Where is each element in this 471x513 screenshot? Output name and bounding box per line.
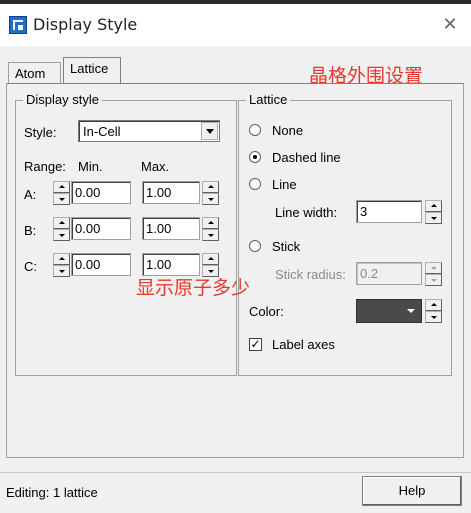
line-width-label: Line width: <box>275 205 338 220</box>
axis-b-label: B: <box>24 223 37 238</box>
annotation-atom-count: 显示原子多少 <box>136 277 251 299</box>
display-style-group-title: Display style <box>23 92 102 107</box>
display-style-group: Display style Style: In-Cell Range: Min.… <box>15 92 237 376</box>
axis-c-label: C: <box>24 259 37 274</box>
max-b-spinner[interactable] <box>202 217 219 241</box>
tab-atom[interactable]: Atom <box>8 62 61 84</box>
app-icon <box>9 16 27 34</box>
range-label: Range: <box>24 159 66 174</box>
min-c-input[interactable]: 0.00 <box>71 253 131 276</box>
stick-radius-spinner[interactable] <box>425 262 442 286</box>
line-width-input[interactable]: 3 <box>356 200 422 223</box>
lattice-group-title: Lattice <box>246 92 291 107</box>
axis-a-label: A: <box>24 187 37 202</box>
radio-dashed-line[interactable] <box>249 151 261 163</box>
radio-line[interactable] <box>249 178 261 190</box>
min-a-spinner[interactable] <box>53 181 70 205</box>
tab-lattice[interactable]: Lattice <box>63 57 121 84</box>
lattice-group: Lattice None Dashed line Line Line width… <box>238 92 452 376</box>
max-label: Max. <box>141 159 170 174</box>
style-select-value: In-Cell <box>83 124 121 139</box>
help-button[interactable]: Help <box>362 476 462 506</box>
radio-stick[interactable] <box>249 240 261 252</box>
color-label: Color: <box>249 304 284 319</box>
stick-radius-label: Stick radius: <box>275 267 346 282</box>
min-b-spinner[interactable] <box>53 217 70 241</box>
title-bar: Display Style ✕ <box>0 4 471 46</box>
min-label: Min. <box>78 159 103 174</box>
color-dropdown[interactable] <box>356 299 422 323</box>
style-label: Style: <box>24 125 57 140</box>
label-axes-checkbox[interactable]: ✓ <box>249 338 262 351</box>
max-a-spinner[interactable] <box>202 181 219 205</box>
chevron-down-icon <box>407 309 415 313</box>
lattice-tab-panel: Display style Style: In-Cell Range: Min.… <box>6 83 464 458</box>
radio-stick-label[interactable]: Stick <box>272 239 300 254</box>
chevron-down-icon[interactable] <box>201 122 218 140</box>
max-a-input[interactable]: 1.00 <box>142 181 200 204</box>
color-spinner[interactable] <box>425 299 442 323</box>
stick-radius-input[interactable]: 0.2 <box>356 262 422 285</box>
radio-none[interactable] <box>249 124 261 136</box>
line-width-spinner[interactable] <box>425 200 442 224</box>
style-select[interactable]: In-Cell <box>78 120 220 142</box>
min-a-input[interactable]: 0.00 <box>71 181 131 204</box>
min-c-spinner[interactable] <box>53 253 70 277</box>
status-text: Editing: 1 lattice <box>6 485 98 500</box>
display-style-dialog: Display Style ✕ Atom Lattice 晶格外围设置 Disp… <box>0 4 471 513</box>
close-icon[interactable]: ✕ <box>440 14 460 34</box>
label-axes-label[interactable]: Label axes <box>272 337 335 352</box>
max-b-input[interactable]: 1.00 <box>142 217 200 240</box>
radio-none-label[interactable]: None <box>272 123 303 138</box>
radio-line-label[interactable]: Line <box>272 177 297 192</box>
radio-dashed-line-label[interactable]: Dashed line <box>272 150 341 165</box>
window-title: Display Style <box>33 15 138 34</box>
min-b-input[interactable]: 0.00 <box>71 217 131 240</box>
